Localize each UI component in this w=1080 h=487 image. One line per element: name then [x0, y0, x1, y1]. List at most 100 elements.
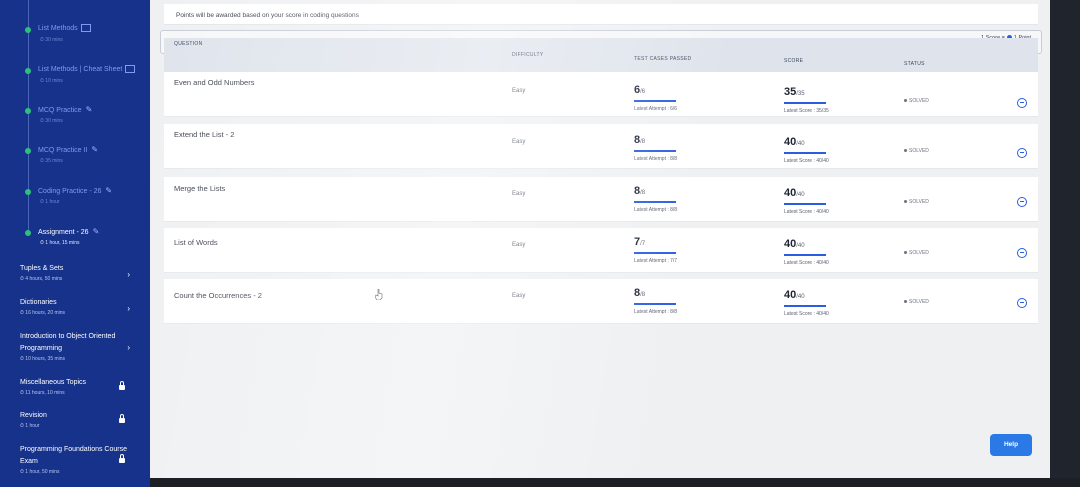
open-question-icon[interactable]: [1017, 148, 1027, 158]
topic-duration: ⏱ 1 hour: [20, 423, 40, 429]
progress-bar: [634, 100, 676, 102]
lesson-title: Coding Practice - 26: [38, 188, 102, 195]
open-question-icon[interactable]: [1017, 197, 1027, 207]
difficulty-label: Easy: [512, 139, 526, 145]
header-test-cases: TEST CASES PASSED: [634, 56, 692, 62]
status-badge: SOLVED: [904, 250, 929, 256]
progress-bar: [634, 201, 676, 203]
pencil-icon: ✎: [85, 105, 93, 114]
lesson-title: List Methods: [38, 24, 78, 32]
hand-cursor-icon: [375, 289, 383, 300]
progress-bar: [784, 203, 826, 205]
pencil-icon: ✎: [91, 145, 99, 154]
complete-dot-icon: [25, 148, 31, 154]
table-row[interactable]: Even and Odd Numbers Easy 6/6 Latest Att…: [164, 72, 1038, 117]
table-row[interactable]: List of Words Easy 7/7 Latest Attempt : …: [164, 228, 1038, 273]
status-badge: SOLVED: [904, 199, 929, 205]
progress-bar: [784, 254, 826, 256]
chevron-right-icon: ›: [127, 304, 130, 313]
table-row[interactable]: Merge the Lists Easy 8/8 Latest Attempt …: [164, 177, 1038, 222]
table-row[interactable]: Extend the List - 2 Easy 8/8 Latest Atte…: [164, 124, 1038, 169]
screen-bezel: [150, 478, 1080, 487]
topic-title: Tuples & Sets: [20, 265, 64, 272]
status-dot-icon: [904, 149, 907, 153]
status-badge: SOLVED: [904, 98, 929, 104]
progress-bar: [634, 252, 676, 254]
header-score: SCORE: [784, 58, 804, 64]
topic-duration: ⏱ 10 hours, 35 mins: [20, 356, 66, 362]
status-dot-icon: [904, 300, 907, 304]
progress-bar: [784, 152, 826, 154]
progress-bar: [634, 150, 676, 152]
topic-title: Miscellaneous Topics: [20, 379, 87, 386]
header-question: QUESTION: [174, 41, 203, 47]
screen-edge: [1050, 0, 1080, 487]
test-cases-cell: 6/6 Latest Attempt : 6/6: [634, 84, 678, 112]
question-title[interactable]: Even and Odd Numbers: [174, 78, 254, 87]
complete-dot-icon: [25, 27, 31, 33]
topic-duration: ⏱ 1 hour, 50 mins: [20, 469, 60, 475]
status-badge: SOLVED: [904, 299, 929, 305]
lesson-duration: ⏱ 10 mins: [40, 78, 63, 84]
difficulty-label: Easy: [512, 191, 526, 197]
question-title[interactable]: List of Words: [174, 238, 218, 247]
sidebar-topic-miscellaneous[interactable]: Miscellaneous Topics ⏱ 11 hours, 10 mins: [20, 377, 145, 396]
lesson-duration: ⏱ 1 hour, 15 mins: [40, 240, 80, 246]
progress-bar: [784, 102, 826, 104]
topic-title: Introduction to Object Oriented Programm…: [20, 333, 116, 352]
complete-dot-icon: [25, 189, 31, 195]
sidebar-topic-tuples-sets[interactable]: Tuples & Sets ⏱ 4 hours, 50 mins ›: [20, 263, 145, 282]
lesson-title: MCQ Practice: [38, 107, 82, 114]
help-button[interactable]: Help: [990, 434, 1032, 456]
open-question-icon[interactable]: [1017, 298, 1027, 308]
difficulty-label: Easy: [512, 242, 526, 248]
lesson-duration: ⏱ 35 mins: [40, 158, 63, 164]
question-title[interactable]: Count the Occurrences - 2: [174, 291, 262, 300]
notice-text: Points will be awarded based on your sco…: [176, 12, 359, 19]
lesson-duration: ⏱ 1 hour: [40, 199, 60, 205]
table-row[interactable]: Count the Occurrences - 2 Easy 8/8 Lates…: [164, 279, 1038, 324]
progress-bar: [634, 303, 676, 305]
status-dot-icon: [904, 251, 907, 255]
lesson-title: Assignment - 26: [38, 229, 89, 236]
topic-title: Programming Foundations Course Exam: [20, 446, 127, 465]
chevron-right-icon: ›: [127, 343, 130, 352]
table-header: QUESTION DIFFICULTY TEST CASES PASSED SC…: [164, 38, 1038, 72]
score-cell: 35/35 Latest Score : 35/35: [784, 86, 829, 114]
sidebar-topic-oop[interactable]: Introduction to Object Oriented Programm…: [20, 331, 145, 362]
sidebar-topic-revision[interactable]: Revision ⏱ 1 hour: [20, 410, 145, 429]
complete-dot-icon: [25, 108, 31, 114]
cheat-sheet-icon: [80, 24, 91, 32]
topic-duration: ⏱ 16 hours, 20 mins: [20, 310, 66, 316]
complete-dot-icon: [25, 230, 31, 236]
open-question-icon[interactable]: [1017, 98, 1027, 108]
lesson-duration: ⏱ 30 mins: [40, 37, 63, 43]
difficulty-label: Easy: [512, 293, 526, 299]
status-dot-icon: [904, 200, 907, 204]
topic-title: Revision: [20, 412, 47, 419]
lock-icon: [119, 454, 125, 463]
score-cell: 40/40 Latest Score : 40/40: [784, 136, 829, 164]
topic-duration: ⏱ 11 hours, 10 mins: [20, 390, 65, 396]
status-dot-icon: [904, 99, 907, 103]
header-difficulty: DIFFICULTY: [512, 52, 544, 58]
test-cases-cell: 8/8 Latest Attempt : 8/8: [634, 287, 678, 315]
lesson-title: List Methods | Cheat Sheet: [38, 65, 123, 73]
difficulty-label: Easy: [512, 88, 526, 94]
open-question-icon[interactable]: [1017, 248, 1027, 258]
lesson-title: MCQ Practice II: [38, 147, 88, 154]
test-cases-cell: 8/8 Latest Attempt : 8/8: [634, 134, 678, 162]
header-status: STATUS: [904, 61, 925, 67]
score-cell: 40/40 Latest Score : 40/40: [784, 187, 829, 215]
sidebar-topic-course-exam[interactable]: Programming Foundations Course Exam ⏱ 1 …: [20, 444, 145, 475]
question-title[interactable]: Extend the List - 2: [174, 130, 234, 139]
lesson-duration: ⏱ 30 mins: [40, 118, 63, 124]
status-badge: SOLVED: [904, 148, 929, 154]
question-title[interactable]: Merge the Lists: [174, 184, 225, 193]
timeline-line: [28, 0, 29, 230]
chevron-right-icon: ›: [127, 270, 130, 279]
lock-icon: [119, 414, 125, 423]
main-content: Points will be awarded based on your sco…: [150, 0, 1050, 487]
course-sidebar: List Methods ⏱ 30 mins List Methods | Ch…: [0, 0, 150, 487]
sidebar-topic-dictionaries[interactable]: Dictionaries ⏱ 16 hours, 20 mins ›: [20, 297, 145, 316]
